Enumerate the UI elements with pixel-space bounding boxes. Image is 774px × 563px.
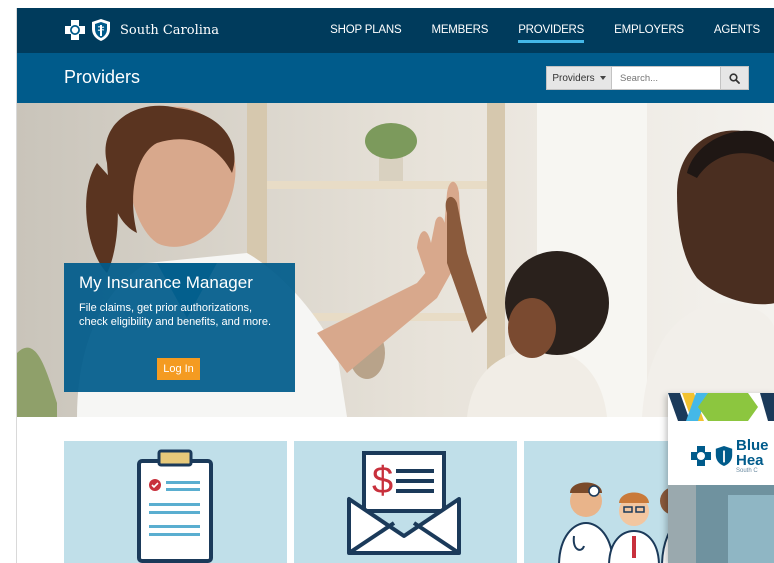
- decorative-stripes: [668, 393, 774, 427]
- popup-photo-image: [668, 485, 774, 563]
- card-payments[interactable]: $: [294, 441, 517, 563]
- popup-stripes: [668, 393, 774, 427]
- envelope-dollar-icon: $: [347, 451, 461, 555]
- popup-brand-line2: Hea: [736, 452, 764, 469]
- top-navigation: South Carolina SHOP PLANS MEMBERS PROVID…: [17, 8, 774, 53]
- feature-cards: $: [64, 441, 747, 563]
- main-nav: SHOP PLANS MEMBERS PROVIDERS EMPLOYERS A…: [315, 8, 774, 53]
- search-button[interactable]: [721, 66, 749, 90]
- blue-cross-icon: [65, 20, 85, 40]
- popup-brand-text: Blue Hea South C: [736, 438, 769, 474]
- nav-employers[interactable]: EMPLOYERS: [599, 8, 699, 53]
- promo-text: File claims, get prior authorizations, c…: [79, 302, 271, 328]
- brand-logo[interactable]: South Carolina: [64, 18, 219, 42]
- promo-panel: My Insurance Manager File claims, get pr…: [64, 263, 295, 392]
- search-input[interactable]: [612, 66, 721, 90]
- card-claims[interactable]: [64, 441, 287, 563]
- brand-name: South Carolina: [120, 22, 220, 38]
- hero-banner: My Insurance Manager File claims, get pr…: [17, 103, 774, 417]
- browser-page: South Carolina SHOP PLANS MEMBERS PROVID…: [16, 8, 774, 563]
- blue-cross-icon: [691, 446, 711, 466]
- blue-shield-icon: [92, 19, 110, 41]
- search-scope-label: Providers: [552, 72, 595, 84]
- popup-photo: [668, 485, 774, 563]
- search-bar: Providers: [546, 66, 749, 90]
- svg-text:$: $: [372, 460, 393, 502]
- search-icon: [729, 72, 740, 84]
- nav-providers[interactable]: PROVIDERS: [503, 8, 599, 53]
- caret-down-icon: [599, 76, 606, 80]
- clipboard-icon: [137, 449, 213, 563]
- login-button[interactable]: Log In: [157, 358, 200, 380]
- search-scope-dropdown[interactable]: Providers: [546, 66, 612, 90]
- nav-shop-plans[interactable]: SHOP PLANS: [315, 8, 416, 53]
- popup-brand-line1: Blue: [736, 437, 769, 454]
- nav-agents[interactable]: AGENTS: [699, 8, 774, 53]
- promo-title: My Insurance Manager: [79, 273, 253, 292]
- blue-shield-icon: [715, 446, 733, 466]
- page-title: Providers: [64, 67, 141, 87]
- section-header: Providers Providers: [17, 53, 774, 103]
- popup-brand: Blue Hea South C: [668, 427, 774, 485]
- nav-members[interactable]: MEMBERS: [416, 8, 503, 53]
- popup-ad[interactable]: Blue Hea South C: [668, 393, 774, 563]
